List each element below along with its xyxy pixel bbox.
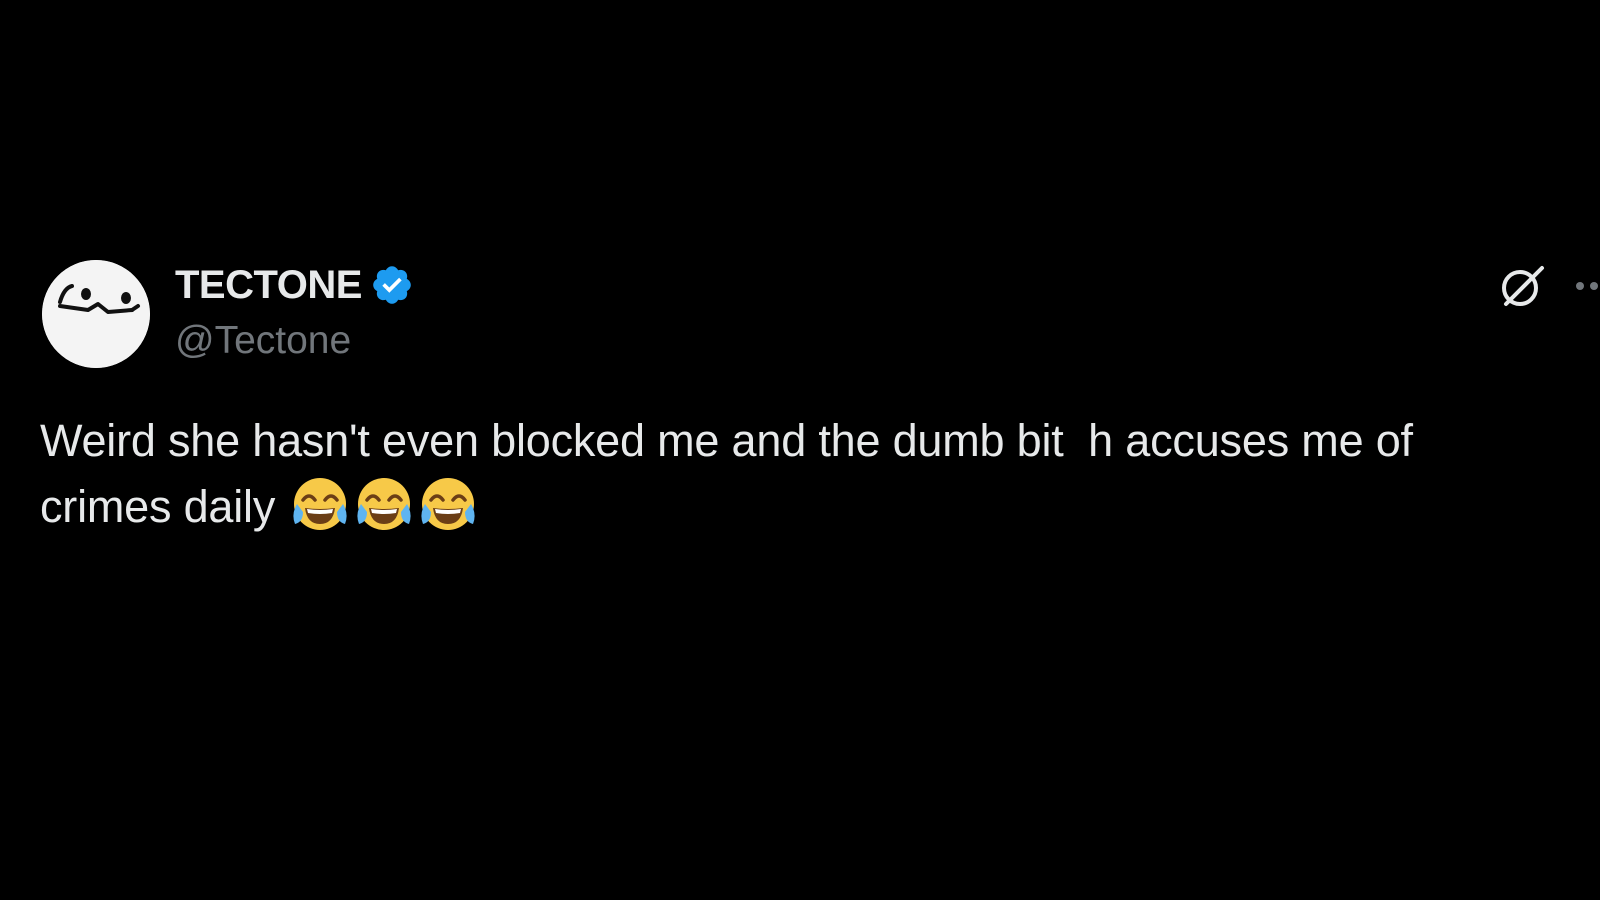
tweet-card: TECTONE @Tectone Weird she hasn't even b… <box>0 0 1600 900</box>
tweet-text: Weird she hasn't even blocked me and the… <box>40 408 1570 540</box>
grok-icon[interactable] <box>1498 262 1546 310</box>
face-with-tears-of-joy-icon <box>417 474 479 536</box>
avatar[interactable] <box>42 260 150 368</box>
author-display-name[interactable]: TECTONE <box>175 262 362 308</box>
tweet-text-line-2: crimes daily <box>40 481 288 532</box>
tweet-text-line-1: Weird she hasn't even blocked me and the… <box>40 415 1413 466</box>
author-name-row: TECTONE <box>175 262 414 308</box>
face-with-tears-of-joy-icon <box>289 474 351 536</box>
author-handle[interactable]: @Tectone <box>175 318 351 364</box>
more-options-icon[interactable] <box>1572 268 1600 304</box>
verified-badge-icon <box>370 263 414 307</box>
face-with-tears-of-joy-icon <box>353 474 415 536</box>
smiley-avatar-icon <box>42 260 150 368</box>
